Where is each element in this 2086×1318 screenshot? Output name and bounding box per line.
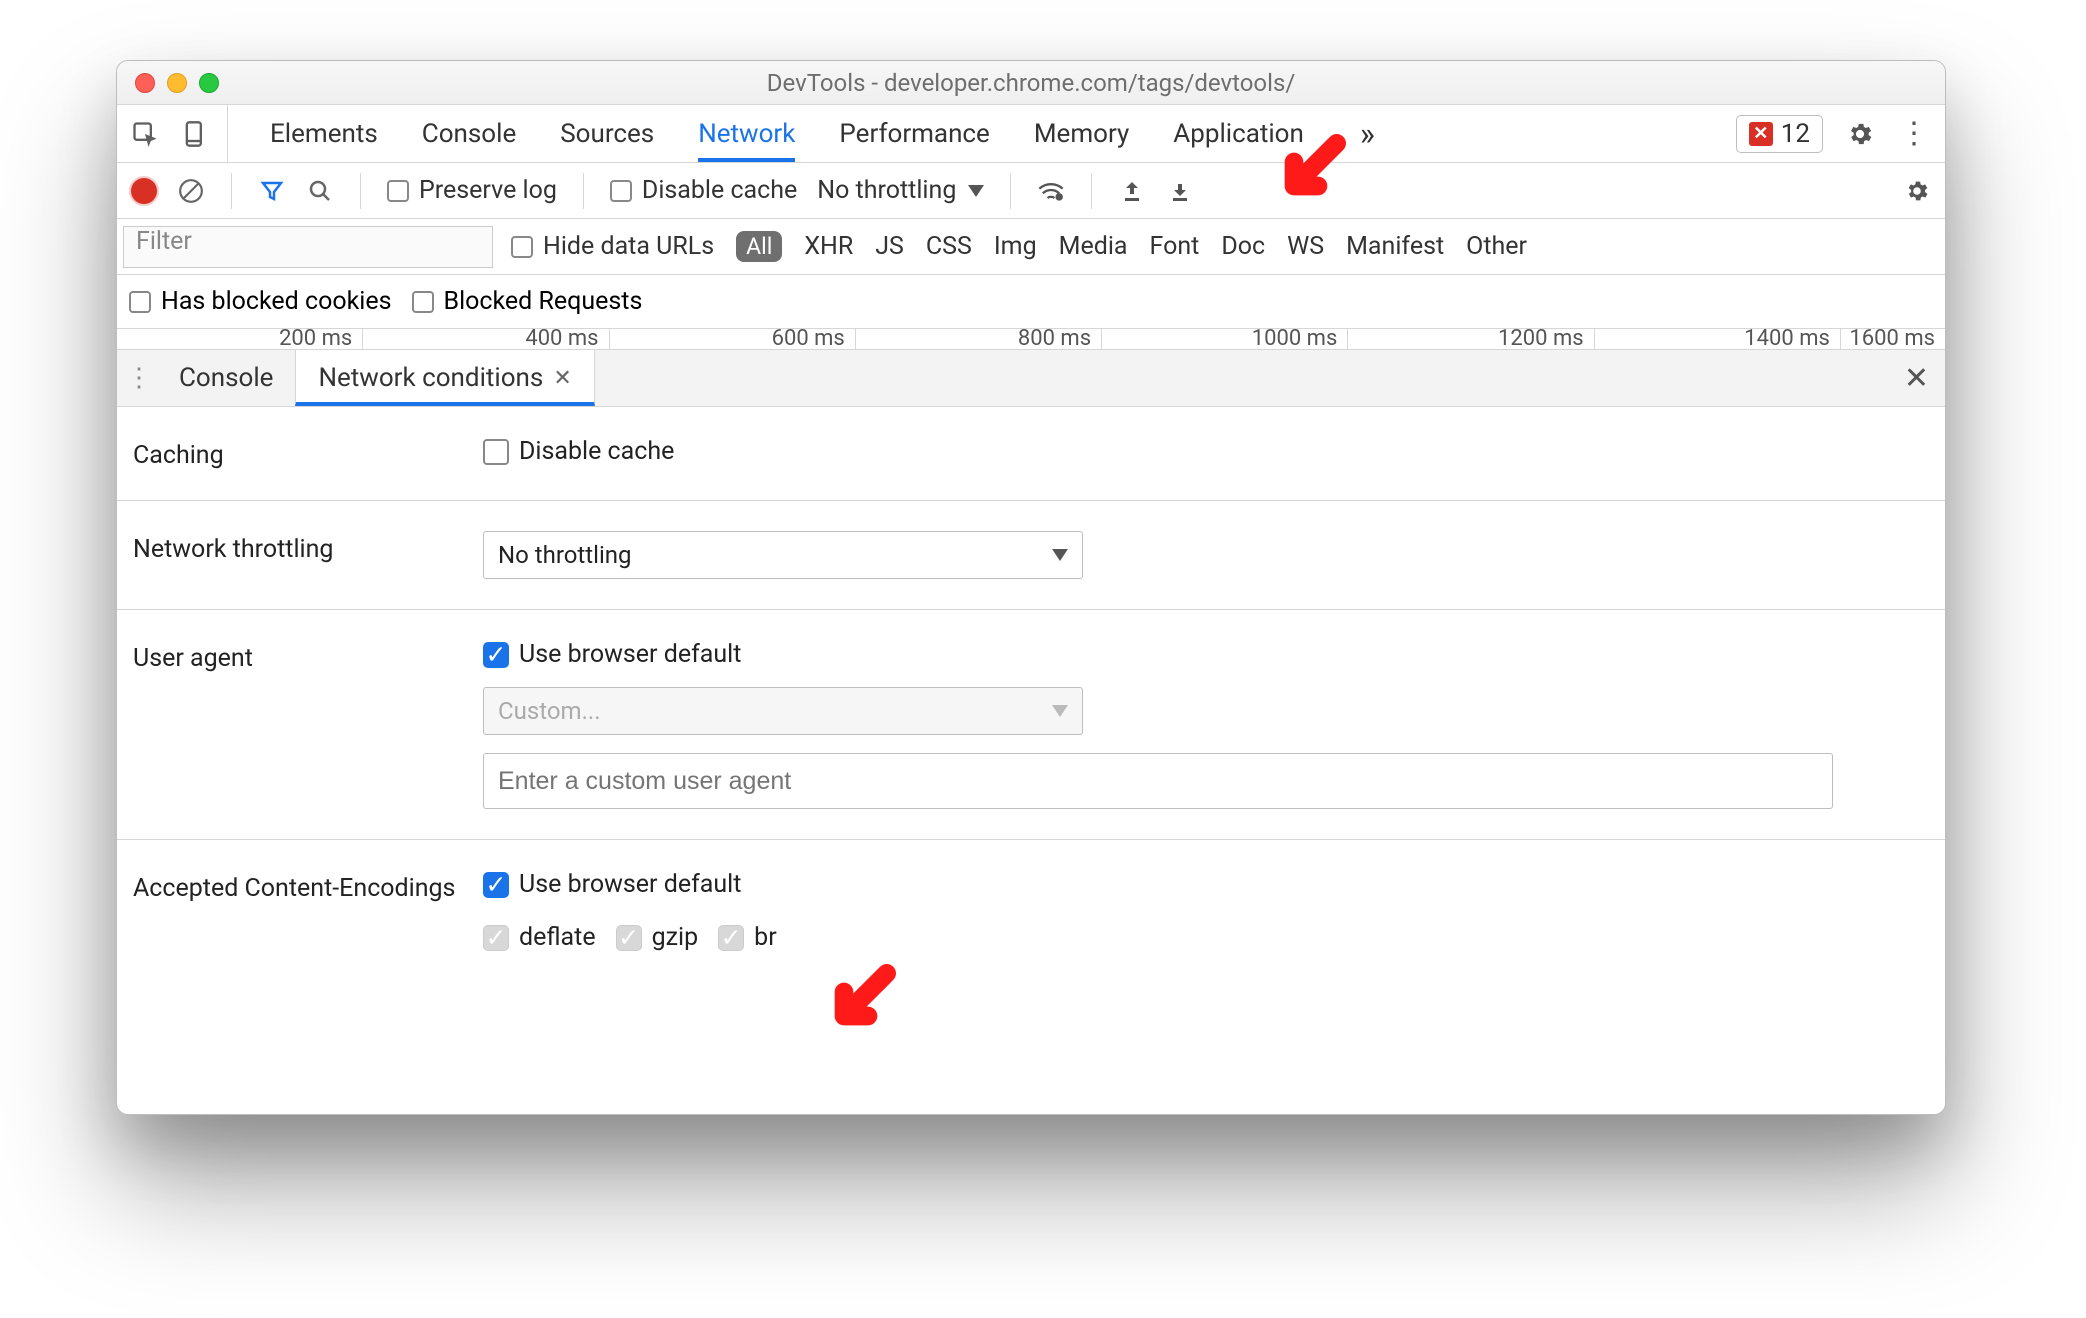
network-settings-gear-icon[interactable] [1903, 177, 1931, 205]
drawer-tab-console-label: Console [179, 363, 273, 393]
filter-toggle-icon[interactable] [258, 177, 286, 205]
disable-cache-label: Disable cache [642, 176, 797, 205]
enc-br-label: br [754, 923, 777, 952]
preserve-log-label: Preserve log [419, 176, 557, 205]
hide-data-urls-label: Hide data URLs [543, 232, 714, 261]
tab-sources[interactable]: Sources [560, 105, 654, 162]
filter-type-css[interactable]: CSS [926, 232, 972, 261]
chevron-down-icon [968, 185, 984, 197]
filter-all-pill[interactable]: All [736, 231, 782, 262]
drawer-close-icon[interactable]: ✕ [1904, 361, 1929, 396]
enc-gzip-checkbox: ✓ gzip [616, 923, 699, 952]
tab-network[interactable]: Network [698, 105, 795, 162]
filter-type-media[interactable]: Media [1059, 232, 1128, 261]
throttling-value: No throttling [817, 176, 956, 205]
drawer-tab-console[interactable]: Console [157, 350, 295, 406]
section-caching: Caching Disable cache [117, 407, 1945, 501]
caching-label: Caching [133, 437, 483, 470]
filter-type-ws[interactable]: WS [1287, 232, 1324, 261]
filter-type-other[interactable]: Other [1466, 232, 1527, 261]
throttling-select[interactable]: No throttling [817, 176, 984, 205]
close-icon[interactable]: ✕ [553, 366, 571, 391]
nc-disable-cache-checkbox[interactable]: Disable cache [483, 437, 1929, 466]
search-icon[interactable] [306, 177, 334, 205]
download-har-icon[interactable] [1166, 177, 1194, 205]
filter-row-2: Has blocked cookies Blocked Requests [117, 275, 1945, 329]
section-user-agent: User agent ✓ Use browser default Custom.… [117, 610, 1945, 840]
drawer-tab-nc-label: Network conditions [318, 363, 543, 393]
record-button[interactable] [131, 178, 157, 204]
section-throttling: Network throttling No throttling [117, 501, 1945, 610]
clear-icon[interactable] [177, 177, 205, 205]
chevron-down-icon [1052, 549, 1068, 561]
blocked-requests-label: Blocked Requests [444, 287, 643, 316]
blocked-cookies-checkbox[interactable]: Has blocked cookies [129, 287, 392, 316]
inspect-element-icon[interactable] [131, 120, 159, 148]
titlebar: DevTools - developer.chrome.com/tags/dev… [117, 61, 1945, 105]
preserve-log-checkbox[interactable]: Preserve log [387, 176, 557, 205]
error-count: 12 [1781, 119, 1810, 149]
tab-performance[interactable]: Performance [839, 105, 989, 162]
ua-label: User agent [133, 640, 483, 809]
drawer-tab-bar: ⋮ Console Network conditions ✕ ✕ [117, 349, 1945, 407]
filter-type-img[interactable]: Img [994, 232, 1037, 261]
encodings-label: Accepted Content-Encodings [133, 870, 483, 952]
filter-type-js[interactable]: JS [875, 232, 904, 261]
enc-deflate-checkbox: ✓ deflate [483, 923, 596, 952]
filter-type-xhr[interactable]: XHR [804, 232, 853, 261]
enc-gzip-label: gzip [652, 923, 699, 952]
throttling-dropdown-value: No throttling [498, 541, 632, 569]
ua-use-default-label: Use browser default [519, 640, 741, 669]
network-conditions-icon[interactable] [1037, 177, 1065, 205]
disable-cache-checkbox[interactable]: Disable cache [610, 176, 797, 205]
filter-type-doc[interactable]: Doc [1221, 232, 1265, 261]
blocked-requests-checkbox[interactable]: Blocked Requests [412, 287, 643, 316]
error-count-pill[interactable]: ✕ 12 [1736, 115, 1823, 153]
main-tab-bar: Elements Console Sources Network Perform… [117, 105, 1945, 163]
enc-use-default-checkbox[interactable]: ✓ Use browser default [483, 870, 1929, 899]
more-tabs-icon[interactable]: » [1348, 115, 1387, 153]
filter-input[interactable]: Filter [123, 226, 493, 268]
devtools-window: DevTools - developer.chrome.com/tags/dev… [116, 60, 1946, 1115]
chevron-down-icon [1052, 705, 1068, 717]
tab-console[interactable]: Console [422, 105, 516, 162]
error-icon: ✕ [1749, 122, 1773, 146]
throttling-label: Network throttling [133, 531, 483, 579]
network-toolbar: Preserve log Disable cache No throttling [117, 163, 1945, 219]
enc-deflate-label: deflate [519, 923, 596, 952]
device-toggle-icon[interactable] [181, 120, 209, 148]
filter-type-font[interactable]: Font [1150, 232, 1200, 261]
ua-custom-value: Custom... [498, 697, 601, 725]
ua-use-default-checkbox[interactable]: ✓ Use browser default [483, 640, 1929, 669]
settings-gear-icon[interactable] [1843, 117, 1877, 151]
enc-br-checkbox: ✓ br [718, 923, 777, 952]
ua-custom-dropdown: Custom... [483, 687, 1083, 735]
hide-data-urls-checkbox[interactable]: Hide data URLs [511, 232, 714, 261]
tab-memory[interactable]: Memory [1034, 105, 1129, 162]
upload-har-icon[interactable] [1118, 177, 1146, 205]
filter-row: Filter Hide data URLs All XHR JS CSS Img… [117, 219, 1945, 275]
nc-disable-cache-label: Disable cache [519, 437, 674, 466]
drawer-tab-network-conditions[interactable]: Network conditions ✕ [295, 350, 594, 406]
window-title: DevTools - developer.chrome.com/tags/dev… [117, 69, 1945, 97]
ua-custom-input[interactable] [483, 753, 1833, 809]
throttling-dropdown[interactable]: No throttling [483, 531, 1083, 579]
blocked-cookies-label: Has blocked cookies [161, 287, 392, 316]
tab-application[interactable]: Application [1173, 105, 1304, 162]
drawer-kebab-icon[interactable]: ⋮ [121, 363, 157, 393]
main-kebab-icon[interactable]: ⋮ [1897, 117, 1931, 151]
enc-use-default-label: Use browser default [519, 870, 741, 899]
filter-type-manifest[interactable]: Manifest [1346, 232, 1444, 261]
section-encodings: Accepted Content-Encodings ✓ Use browser… [117, 840, 1945, 982]
tab-elements[interactable]: Elements [270, 105, 378, 162]
network-conditions-panel: Caching Disable cache Network throttling… [117, 407, 1945, 1114]
